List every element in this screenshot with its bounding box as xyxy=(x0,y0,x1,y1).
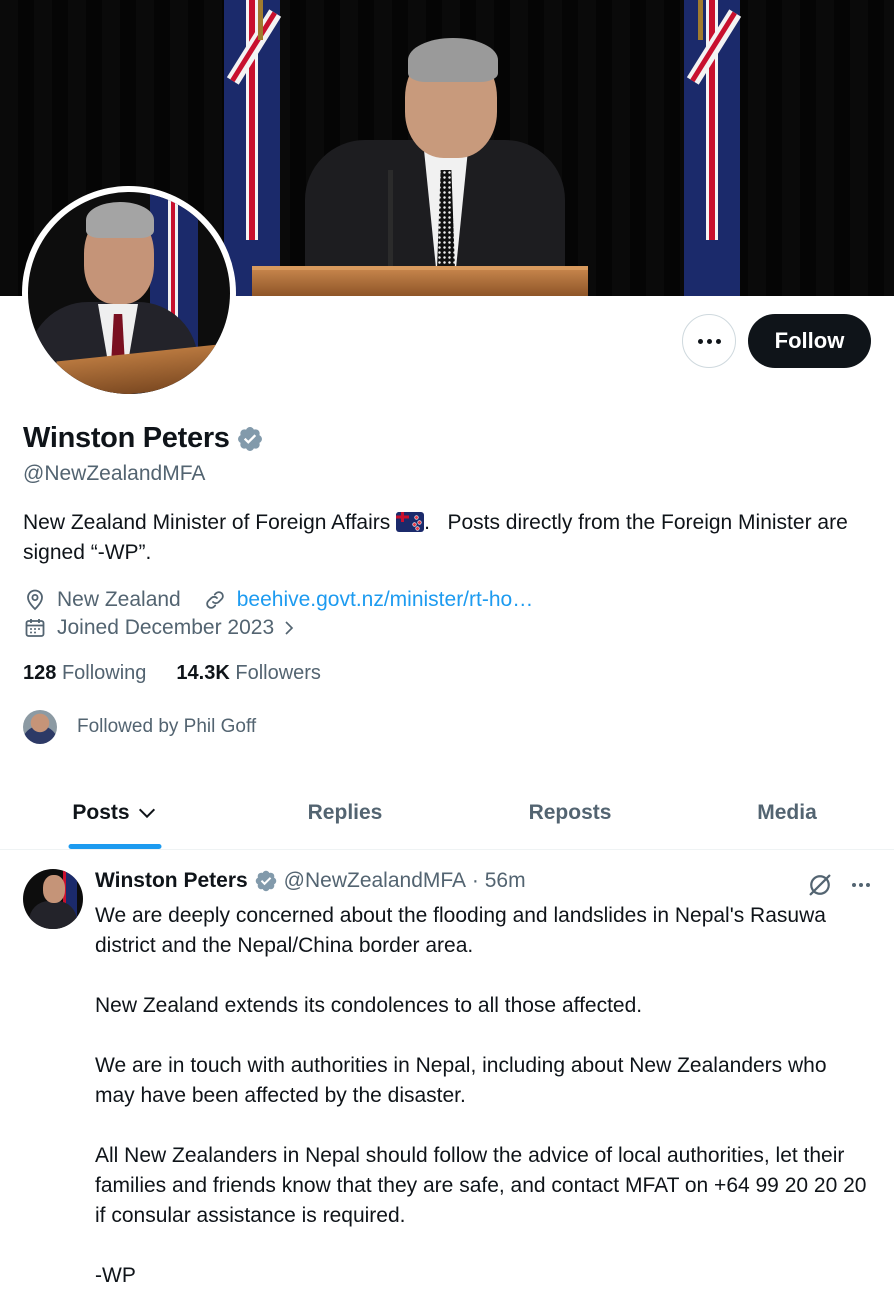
tab-replies[interactable]: Replies xyxy=(230,776,460,849)
banner-microphone xyxy=(388,170,393,280)
tweet-author-name[interactable]: Winston Peters xyxy=(95,869,248,893)
banner-podium xyxy=(252,266,588,296)
location-pin-icon xyxy=(27,589,43,611)
profile-joined-date: Joined December 2023 xyxy=(57,616,275,639)
followed-by-row[interactable]: Followed by Phil Goff xyxy=(23,710,256,744)
following-stat[interactable]: 128 Following xyxy=(23,662,146,685)
following-label: Following xyxy=(61,662,147,684)
profile-avatar[interactable] xyxy=(22,186,236,400)
avatar-hair xyxy=(86,202,154,238)
nz-flag-icon xyxy=(396,512,425,532)
bio-text-part1: New Zealand Minister of Foreign Affairs xyxy=(23,511,397,534)
tab-posts[interactable]: Posts xyxy=(0,776,230,849)
verified-badge-icon[interactable] xyxy=(254,869,278,893)
profile-joined-row[interactable]: Joined December 2023 xyxy=(23,616,298,640)
profile-name-row: Winston Peters xyxy=(23,422,264,455)
tweet-author-avatar[interactable] xyxy=(23,869,83,929)
profile-location-row: New Zealand beehive.govt.nz/minister/rt-… xyxy=(23,588,533,612)
more-options-button[interactable] xyxy=(682,314,736,368)
more-horizontal-icon xyxy=(697,338,721,344)
profile-name: Winston Peters xyxy=(23,422,230,454)
profile-website-link[interactable]: beehive.govt.nz/minister/rt-ho… xyxy=(237,588,533,612)
chevron-down-icon xyxy=(138,808,155,818)
profile-tabs: Posts Replies Reposts Media xyxy=(0,776,894,850)
tab-media-label: Media xyxy=(757,800,817,824)
followers-label: Followers xyxy=(235,662,321,684)
profile-bio: New Zealand Minister of Foreign Affairs … xyxy=(23,508,853,568)
grok-icon[interactable] xyxy=(806,871,834,899)
banner-pole-right xyxy=(698,0,703,40)
banner-pole-left xyxy=(258,0,263,40)
followers-count: 14.3K xyxy=(176,662,230,684)
tweet-actions xyxy=(806,871,870,899)
follow-button[interactable]: Follow xyxy=(748,314,871,368)
profile-stats: 128 Following 14.3K Followers xyxy=(23,662,321,685)
tweet[interactable]: Winston Peters @NewZealandMFA · 56m We a… xyxy=(0,851,894,1296)
active-tab-indicator xyxy=(68,844,162,849)
tab-reposts[interactable]: Reposts xyxy=(460,776,680,849)
tweet-more-icon[interactable] xyxy=(852,883,870,887)
tab-posts-label: Posts xyxy=(72,800,130,824)
followers-stat[interactable]: 14.3K Followers xyxy=(176,662,321,685)
verified-badge-icon[interactable] xyxy=(236,425,264,453)
banner-flag-left xyxy=(224,0,282,296)
link-icon xyxy=(205,591,224,609)
tweet-separator: · xyxy=(466,869,485,892)
chevron-right-icon xyxy=(285,621,294,635)
tab-reposts-label: Reposts xyxy=(528,800,612,824)
tweet-timestamp[interactable]: 56m xyxy=(485,869,526,893)
profile-handle: @NewZealandMFA xyxy=(23,462,206,485)
tweet-header: Winston Peters @NewZealandMFA · 56m xyxy=(95,869,526,893)
tweet-avatar-body xyxy=(29,901,77,929)
banner-speaker-hair xyxy=(408,38,498,82)
avatar-photo xyxy=(28,192,230,394)
tab-media[interactable]: Media xyxy=(680,776,894,849)
tab-replies-label: Replies xyxy=(307,800,383,824)
profile-location: New Zealand xyxy=(57,588,181,611)
followed-by-text: Followed by Phil Goff xyxy=(77,716,257,737)
tweet-author-handle[interactable]: @NewZealandMFA xyxy=(284,869,466,893)
calendar-icon xyxy=(25,619,45,637)
banner-flag-right xyxy=(684,0,742,296)
following-count: 128 xyxy=(23,662,57,684)
tweet-text: We are deeply concerned about the floodi… xyxy=(95,904,867,1287)
tweet-avatar-head xyxy=(43,875,65,903)
follower-avatar xyxy=(23,710,57,744)
